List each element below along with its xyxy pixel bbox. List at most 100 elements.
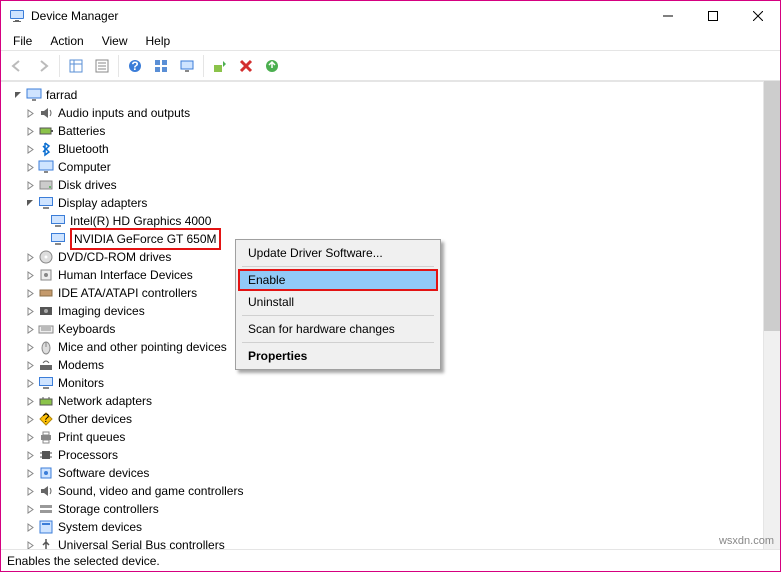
tree-node[interactable]: Computer (7, 158, 780, 176)
expand-toggle[interactable] (25, 378, 36, 389)
title-bar: Device Manager (1, 1, 780, 31)
device-icon (50, 231, 66, 247)
scrollbar-thumb[interactable] (764, 81, 780, 331)
watermark: wsxdn.com (719, 535, 774, 547)
device-icon (38, 501, 54, 517)
tree-node[interactable]: Print queues (7, 428, 780, 446)
tree-node[interactable]: Monitors (7, 374, 780, 392)
toolbar-separator (203, 55, 204, 77)
device-icon (38, 159, 54, 175)
close-button[interactable] (735, 1, 780, 31)
expand-toggle[interactable] (25, 108, 36, 119)
tree-node[interactable]: Network adapters (7, 392, 780, 410)
maximize-button[interactable] (690, 1, 735, 31)
ctx-properties[interactable]: Properties (238, 345, 438, 367)
icons-button[interactable] (149, 54, 173, 78)
svg-text:?: ? (131, 59, 138, 73)
expand-toggle[interactable] (25, 468, 36, 479)
menu-bar: File Action View Help (1, 31, 780, 51)
uninstall-button[interactable] (234, 54, 258, 78)
device-icon (38, 519, 54, 535)
tree-node[interactable]: Bluetooth (7, 140, 780, 158)
expand-toggle[interactable] (25, 504, 36, 515)
device-icon: ? (38, 411, 54, 427)
device-icon (38, 447, 54, 463)
context-menu: Update Driver Software... Enable Uninsta… (235, 239, 441, 370)
show-hide-tree-button[interactable] (64, 54, 88, 78)
properties-button[interactable] (90, 54, 114, 78)
toolbar: ? (1, 51, 780, 81)
device-icon (38, 339, 54, 355)
device-icon (38, 177, 54, 193)
help-button[interactable]: ? (123, 54, 147, 78)
minimize-button[interactable] (645, 1, 690, 31)
expand-toggle[interactable] (25, 252, 36, 263)
window-title: Device Manager (31, 9, 645, 23)
toolbar-separator (59, 55, 60, 77)
ctx-enable[interactable]: Enable (238, 269, 438, 291)
tree-node[interactable]: Sound, video and game controllers (7, 482, 780, 500)
expand-toggle[interactable] (25, 198, 36, 209)
expand-toggle[interactable] (25, 270, 36, 281)
expand-toggle[interactable] (25, 522, 36, 533)
vertical-scrollbar[interactable] (763, 81, 780, 549)
expand-toggle[interactable] (13, 90, 24, 101)
tree-node[interactable]: ?Other devices (7, 410, 780, 428)
expand-toggle[interactable] (25, 288, 36, 299)
expand-toggle[interactable] (25, 180, 36, 191)
toolbar-separator (118, 55, 119, 77)
device-icon (38, 483, 54, 499)
expand-toggle[interactable] (25, 126, 36, 137)
device-icon (38, 429, 54, 445)
device-icon (38, 141, 54, 157)
device-icon (38, 375, 54, 391)
expand-toggle[interactable] (25, 450, 36, 461)
device-icon (38, 465, 54, 481)
window-controls (645, 1, 780, 31)
expand-toggle[interactable] (25, 324, 36, 335)
menu-help[interactable]: Help (138, 32, 179, 50)
update-driver-button[interactable] (208, 54, 232, 78)
tree-node[interactable]: Software devices (7, 464, 780, 482)
tree-node[interactable]: Universal Serial Bus controllers (7, 536, 780, 549)
tree-node[interactable]: System devices (7, 518, 780, 536)
device-icon (38, 537, 54, 549)
back-button[interactable] (5, 54, 29, 78)
expand-toggle[interactable] (25, 414, 36, 425)
enable-button[interactable] (260, 54, 284, 78)
expand-toggle[interactable] (25, 486, 36, 497)
expand-toggle[interactable] (25, 162, 36, 173)
expand-toggle[interactable] (25, 144, 36, 155)
menu-view[interactable]: View (94, 32, 136, 50)
scan-hardware-button[interactable] (175, 54, 199, 78)
device-icon (50, 213, 66, 229)
expand-toggle[interactable] (25, 432, 36, 443)
tree-node[interactable]: Audio inputs and outputs (7, 104, 780, 122)
device-icon (38, 195, 54, 211)
expand-toggle[interactable] (25, 306, 36, 317)
expand-toggle[interactable] (25, 360, 36, 371)
ctx-update-driver[interactable]: Update Driver Software... (238, 242, 438, 264)
expand-toggle[interactable] (25, 396, 36, 407)
menu-file[interactable]: File (5, 32, 40, 50)
app-icon (9, 8, 25, 24)
ctx-scan[interactable]: Scan for hardware changes (238, 318, 438, 340)
ctx-uninstall[interactable]: Uninstall (238, 291, 438, 313)
status-bar: Enables the selected device. (1, 549, 780, 571)
tree-node[interactable]: Display adapters (7, 194, 780, 212)
tree-node[interactable]: Storage controllers (7, 500, 780, 518)
forward-button[interactable] (31, 54, 55, 78)
ctx-separator (242, 342, 434, 343)
device-icon (38, 249, 54, 265)
tree-node[interactable]: Processors (7, 446, 780, 464)
status-text: Enables the selected device. (7, 554, 160, 568)
device-icon (38, 123, 54, 139)
ctx-separator (242, 315, 434, 316)
device-icon (38, 393, 54, 409)
expand-toggle[interactable] (25, 342, 36, 353)
menu-action[interactable]: Action (42, 32, 91, 50)
tree-node[interactable]: Batteries (7, 122, 780, 140)
tree-node[interactable]: farrad (7, 86, 780, 104)
expand-toggle[interactable] (25, 540, 36, 550)
tree-node[interactable]: Disk drives (7, 176, 780, 194)
